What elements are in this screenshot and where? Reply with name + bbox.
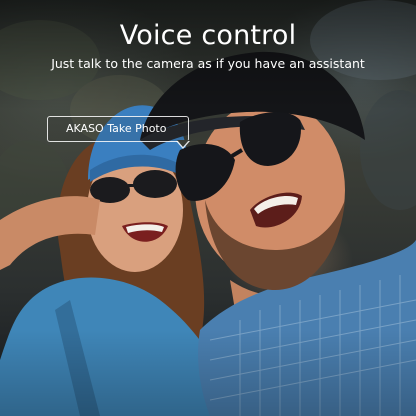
voice-command-bubble: AKASO Take Photo — [47, 116, 189, 142]
speech-bubble-pointer-fill — [177, 140, 189, 147]
page-subtitle: Just talk to the camera as if you have a… — [51, 56, 365, 71]
voice-command-text: AKASO Take Photo — [66, 122, 167, 135]
title-shade — [0, 0, 416, 110]
hero-banner: Voice control Just talk to the camera as… — [0, 0, 416, 416]
page-title: Voice control — [119, 20, 297, 51]
